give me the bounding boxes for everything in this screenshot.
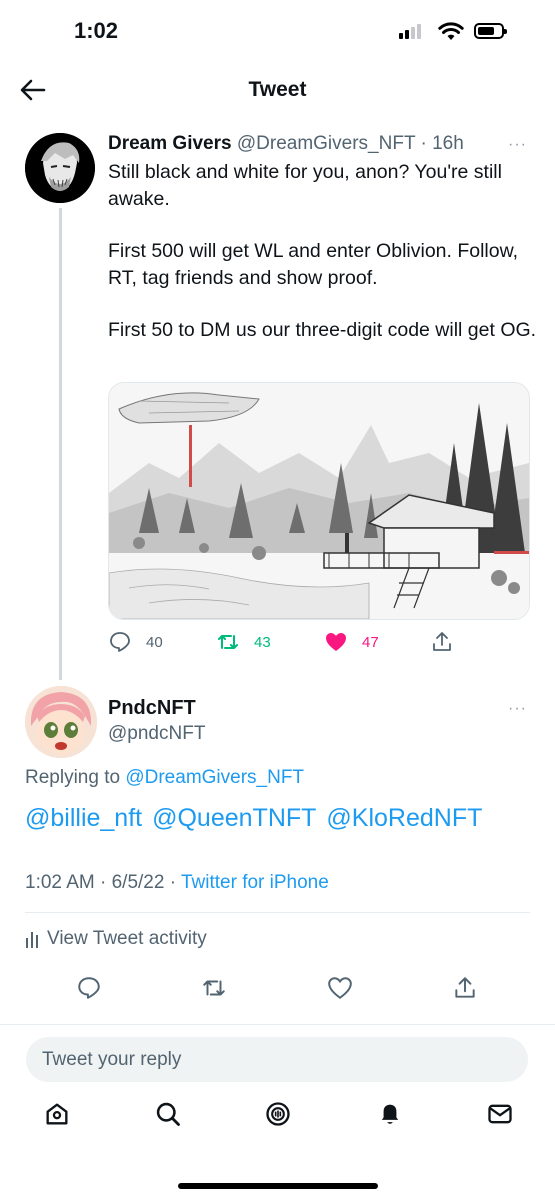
like-count: 47 (362, 633, 379, 651)
tweet-paragraph: First 500 will get WL and enter Oblivion… (108, 240, 519, 289)
analytics-bars-icon (26, 932, 38, 948)
tweet-text: Still black and white for you, anon? You… (108, 159, 538, 370)
more-options-button[interactable]: ··· (508, 136, 527, 154)
avatar[interactable] (25, 686, 97, 758)
avatar[interactable] (25, 133, 95, 203)
replying-prefix: Replying to (25, 767, 121, 788)
search-icon[interactable] (154, 1100, 182, 1128)
mention-list: @billie_nft @QueenTNFT @KloRedNFT (25, 804, 492, 833)
author-handle[interactable]: @pndcNFT (108, 723, 205, 745)
replying-to-link[interactable]: @DreamGivers_NFT (125, 767, 304, 788)
divider (25, 912, 530, 913)
mention-link[interactable]: @billie_nft (25, 804, 142, 832)
source-link[interactable]: Twitter for iPhone (181, 872, 329, 893)
timestamp-text: 1:02 AM · 6/5/22 · (25, 872, 181, 893)
divider (0, 1024, 555, 1025)
more-options-button[interactable]: ··· (508, 700, 527, 718)
landscape-sketch-image (109, 383, 529, 619)
notifications-bell-icon[interactable] (376, 1100, 404, 1128)
thread-line (59, 208, 62, 680)
tweet-paragraph: First 50 to DM us our three-digit code w… (108, 319, 537, 341)
home-icon[interactable] (43, 1100, 71, 1128)
reply-action[interactable]: 40 (108, 630, 163, 654)
reply-icon (110, 632, 130, 652)
heart-icon[interactable] (327, 975, 353, 1001)
tweet-image[interactable] (108, 382, 530, 620)
battery-icon (474, 23, 507, 39)
reply-icon[interactable] (76, 975, 102, 1001)
tweet-timestamp: 1:02 AM · 6/5/22 · Twitter for iPhone (25, 872, 329, 894)
view-activity-link[interactable]: View Tweet activity (25, 928, 207, 950)
mention-link[interactable]: @KloRedNFT (326, 804, 482, 832)
status-time: 1:02 (74, 18, 119, 43)
retweet-icon (218, 635, 238, 649)
cellular-signal-icon (399, 24, 421, 39)
like-action[interactable]: 47 (324, 630, 379, 654)
author-name[interactable]: PndcNFT (108, 697, 196, 720)
share-icon[interactable] (452, 975, 478, 1001)
activity-label: View Tweet activity (47, 928, 207, 949)
author-meta[interactable]: @DreamGivers_NFT · 16h (237, 133, 464, 154)
avatar-illustration (25, 133, 95, 203)
home-indicator (178, 1183, 378, 1189)
share-action[interactable] (430, 630, 454, 654)
page-title: Tweet (248, 78, 307, 101)
share-icon (433, 632, 451, 651)
tweet-header: Dream Givers @DreamGivers_NFT · 16h (108, 133, 464, 155)
messages-icon[interactable] (486, 1100, 514, 1128)
reply-count: 40 (146, 633, 163, 651)
tweet-paragraph: Still black and white for you, anon? You… (108, 161, 502, 210)
retweet-count: 43 (254, 633, 271, 651)
bottom-tab-bar (0, 1100, 555, 1150)
replying-to: Replying to @DreamGivers_NFT (25, 767, 304, 789)
mention-link[interactable]: @QueenTNFT (152, 804, 316, 832)
heart-filled-icon (326, 633, 346, 651)
retweet-icon[interactable] (201, 975, 227, 1001)
spaces-icon[interactable] (264, 1100, 292, 1128)
reply-input[interactable]: Tweet your reply (26, 1037, 528, 1082)
detail-actions (0, 975, 555, 1005)
avatar-illustration (25, 686, 97, 758)
retweet-action[interactable]: 43 (216, 630, 271, 654)
author-name[interactable]: Dream Givers (108, 133, 232, 154)
tweet-actions: 40 43 47 (108, 630, 458, 654)
wifi-icon (438, 22, 464, 40)
